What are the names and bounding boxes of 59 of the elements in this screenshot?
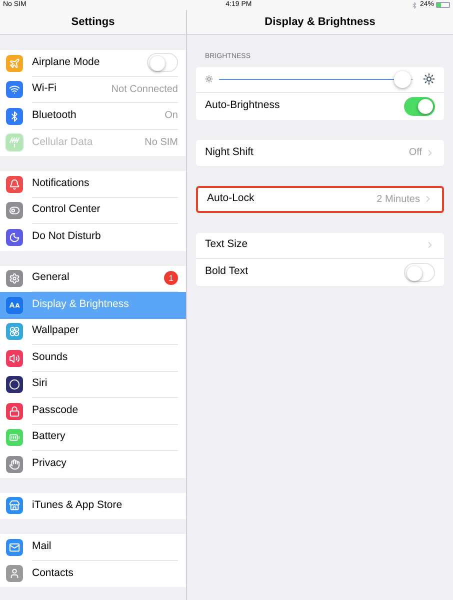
dim-sun-icon [205,75,213,84]
toggle-switch[interactable] [404,96,435,116]
item-label: Privacy [32,456,66,472]
row-value: 2 Minutes [376,192,420,207]
sidebar-item[interactable]: Wallpaper [0,318,186,345]
row-label: Text Size [205,237,248,252]
item-value: No SIM [144,136,178,150]
sidebar-item[interactable]: Passcode [0,398,186,424]
sidebar-item[interactable]: Notifications [0,171,186,198]
item-label: Cellular Data [32,134,93,150]
bright-sun-icon [423,73,435,86]
item-label: Siri [32,376,48,392]
item-label: Bluetooth [32,108,76,123]
sidebar-item[interactable]: Contacts [0,560,186,587]
settings-row[interactable]: Auto-Brightness [196,93,444,120]
sidebar-item[interactable]: Mail [0,534,186,560]
sidebar-item[interactable]: iTunes & App Store [0,492,186,519]
sidebar-item[interactable]: Wi-Fi Not Connected [0,76,186,103]
item-label: General [32,270,70,286]
toggle-switch[interactable] [404,262,435,282]
item-value: On [164,109,178,124]
settings-row[interactable]: Bold Text [196,259,444,286]
row-label: Auto-Lock [207,191,254,206]
sidebar-item[interactable]: Bluetooth On [0,103,186,130]
row-label: Auto-Brightness [205,98,280,114]
settings-row[interactable]: Text Size [196,232,444,259]
detail-title: Display & Brightness [264,14,376,30]
item-label: Display & Brightness [32,297,129,312]
sidebar-item[interactable]: Privacy [0,451,186,478]
row-label: Night Shift [205,144,254,160]
item-label: Control Center [32,202,100,218]
item-label: Contacts [32,566,74,581]
battery-icon [436,2,450,8]
row-value: Off [408,146,422,160]
item-value: Not Connected [111,82,178,97]
item-label: Wallpaper [32,323,79,338]
slider-thumb[interactable] [394,70,412,88]
item-label: Notifications [32,176,90,191]
settings-row[interactable]: Night Shift Off [196,140,444,166]
item-label: Airplane Mode [32,54,100,70]
toggle-switch[interactable] [147,53,178,72]
notification-badge: 1 [164,271,178,286]
item-label: Wi-Fi [32,81,56,96]
sidebar-item[interactable]: Sounds [0,345,186,372]
item-label: Sounds [32,350,68,365]
sidebar-item[interactable]: Do Not Disturb [0,224,186,250]
item-label: Do Not Disturb [32,229,101,244]
bluetooth-icon [410,2,418,8]
sidebar-item[interactable]: Siri [0,372,186,398]
settings-row[interactable]: Auto-Lock 2 Minutes [196,186,444,212]
sidebar-item[interactable]: Control Center [0,198,186,224]
row-label: Bold Text [205,264,248,280]
sidebar-item[interactable]: Battery [0,424,186,451]
item-label: Battery [32,429,66,444]
item-label: Mail [32,538,52,554]
item-label: Passcode [32,402,78,418]
sidebar-item[interactable]: Airplane Mode [0,50,186,76]
sidebar-title: Settings [71,14,115,30]
item-label: iTunes & App Store [32,498,122,513]
